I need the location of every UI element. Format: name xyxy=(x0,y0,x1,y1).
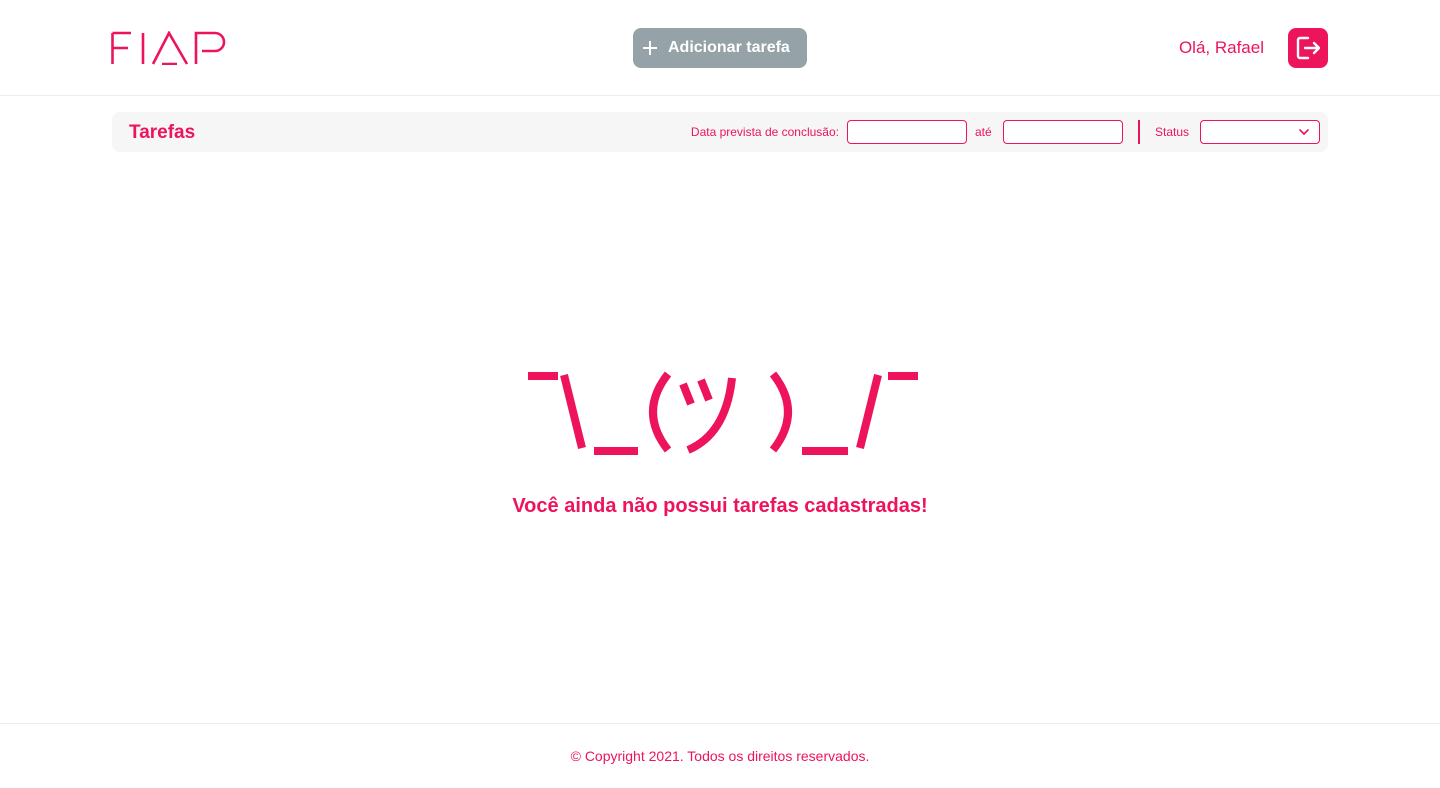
user-greeting: Olá, Rafael xyxy=(1178,38,1264,57)
app-header: Adicionar tarefa Olá, Rafael xyxy=(0,0,1440,96)
due-date-from-input[interactable] xyxy=(847,120,967,144)
page-title: Tarefas xyxy=(129,122,196,143)
fiap-logo[interactable] xyxy=(111,31,232,65)
due-date-to-label: até xyxy=(975,125,992,139)
logout-button[interactable] xyxy=(1288,28,1328,68)
due-date-label: Data prevista de conclusão: xyxy=(690,125,839,139)
filter-divider xyxy=(1138,120,1140,144)
filter-bar: Tarefas Data prevista de conclusão: até … xyxy=(112,112,1328,152)
plus-icon xyxy=(641,39,659,57)
chevron-down-icon xyxy=(1299,129,1309,135)
empty-state-message: Você ainda não possui tarefas cadastrada… xyxy=(512,495,928,517)
add-task-button[interactable]: Adicionar tarefa xyxy=(633,28,807,68)
status-label: Status xyxy=(1155,125,1190,139)
due-date-to-input[interactable] xyxy=(1003,120,1123,144)
app-footer: © Copyright 2021. Todos os direitos rese… xyxy=(0,723,1440,788)
add-task-label: Adicionar tarefa xyxy=(668,39,790,56)
copyright-text: © Copyright 2021. Todos os direitos rese… xyxy=(570,748,870,764)
logout-icon xyxy=(1296,36,1321,60)
status-select[interactable] xyxy=(1200,120,1320,144)
shrug-emoticon: ¯\_(ツ)_/¯ xyxy=(528,371,918,455)
